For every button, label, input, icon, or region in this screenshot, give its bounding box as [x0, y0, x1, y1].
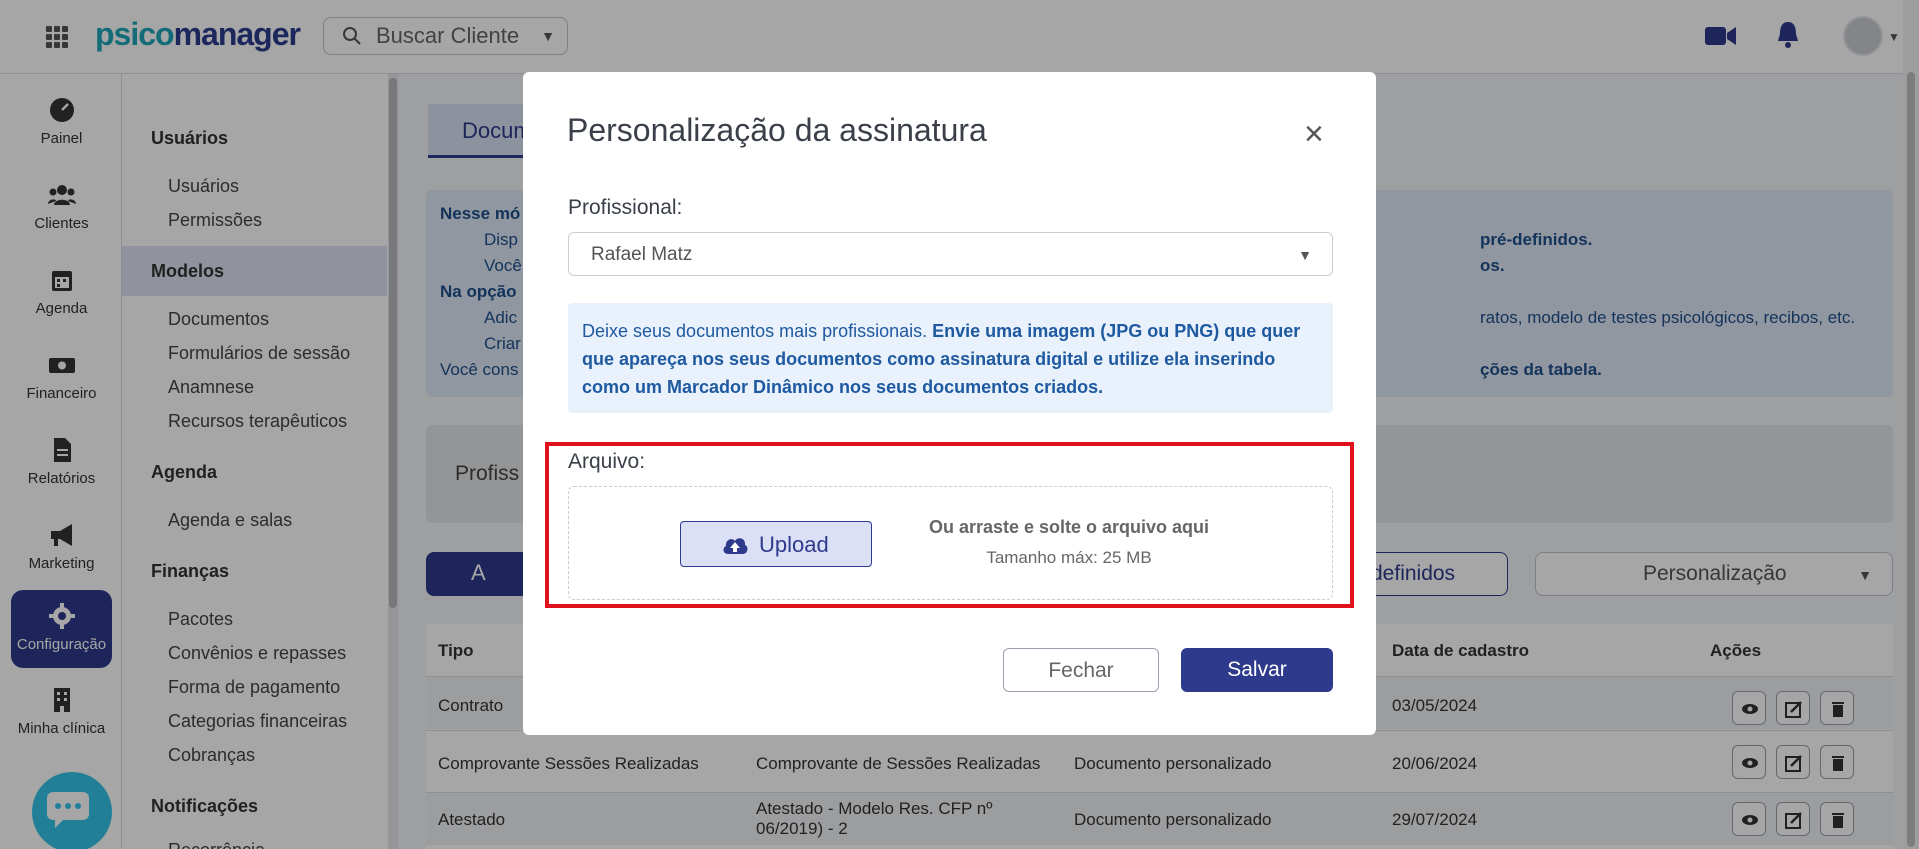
signature-info-box: Deixe seus documentos mais profissionais…	[568, 303, 1333, 413]
save-button[interactable]: Salvar	[1181, 648, 1333, 692]
close-button[interactable]: Fechar	[1003, 648, 1159, 692]
file-drop-zone[interactable]: Upload Ou arraste e solte o arquivo aqui…	[568, 486, 1333, 600]
file-label: Arquivo:	[568, 450, 646, 473]
professional-select[interactable]: Rafael Matz ▼	[568, 232, 1333, 276]
close-icon[interactable]: ×	[1304, 117, 1324, 151]
max-file-size: Tamanho máx: 25 MB	[986, 548, 1152, 567]
upload-button[interactable]: Upload	[680, 521, 872, 567]
drop-instruction: Ou arraste e solte o arquivo aqui	[928, 517, 1210, 537]
chevron-down-icon: ▼	[1298, 247, 1312, 263]
cloud-upload-icon	[723, 538, 748, 554]
signature-customization-modal: Personalização da assinatura × Profissio…	[523, 72, 1376, 735]
modal-title: Personalização da assinatura	[567, 112, 987, 148]
professional-label: Profissional:	[568, 196, 683, 219]
professional-select-value: Rafael Matz	[591, 244, 693, 265]
